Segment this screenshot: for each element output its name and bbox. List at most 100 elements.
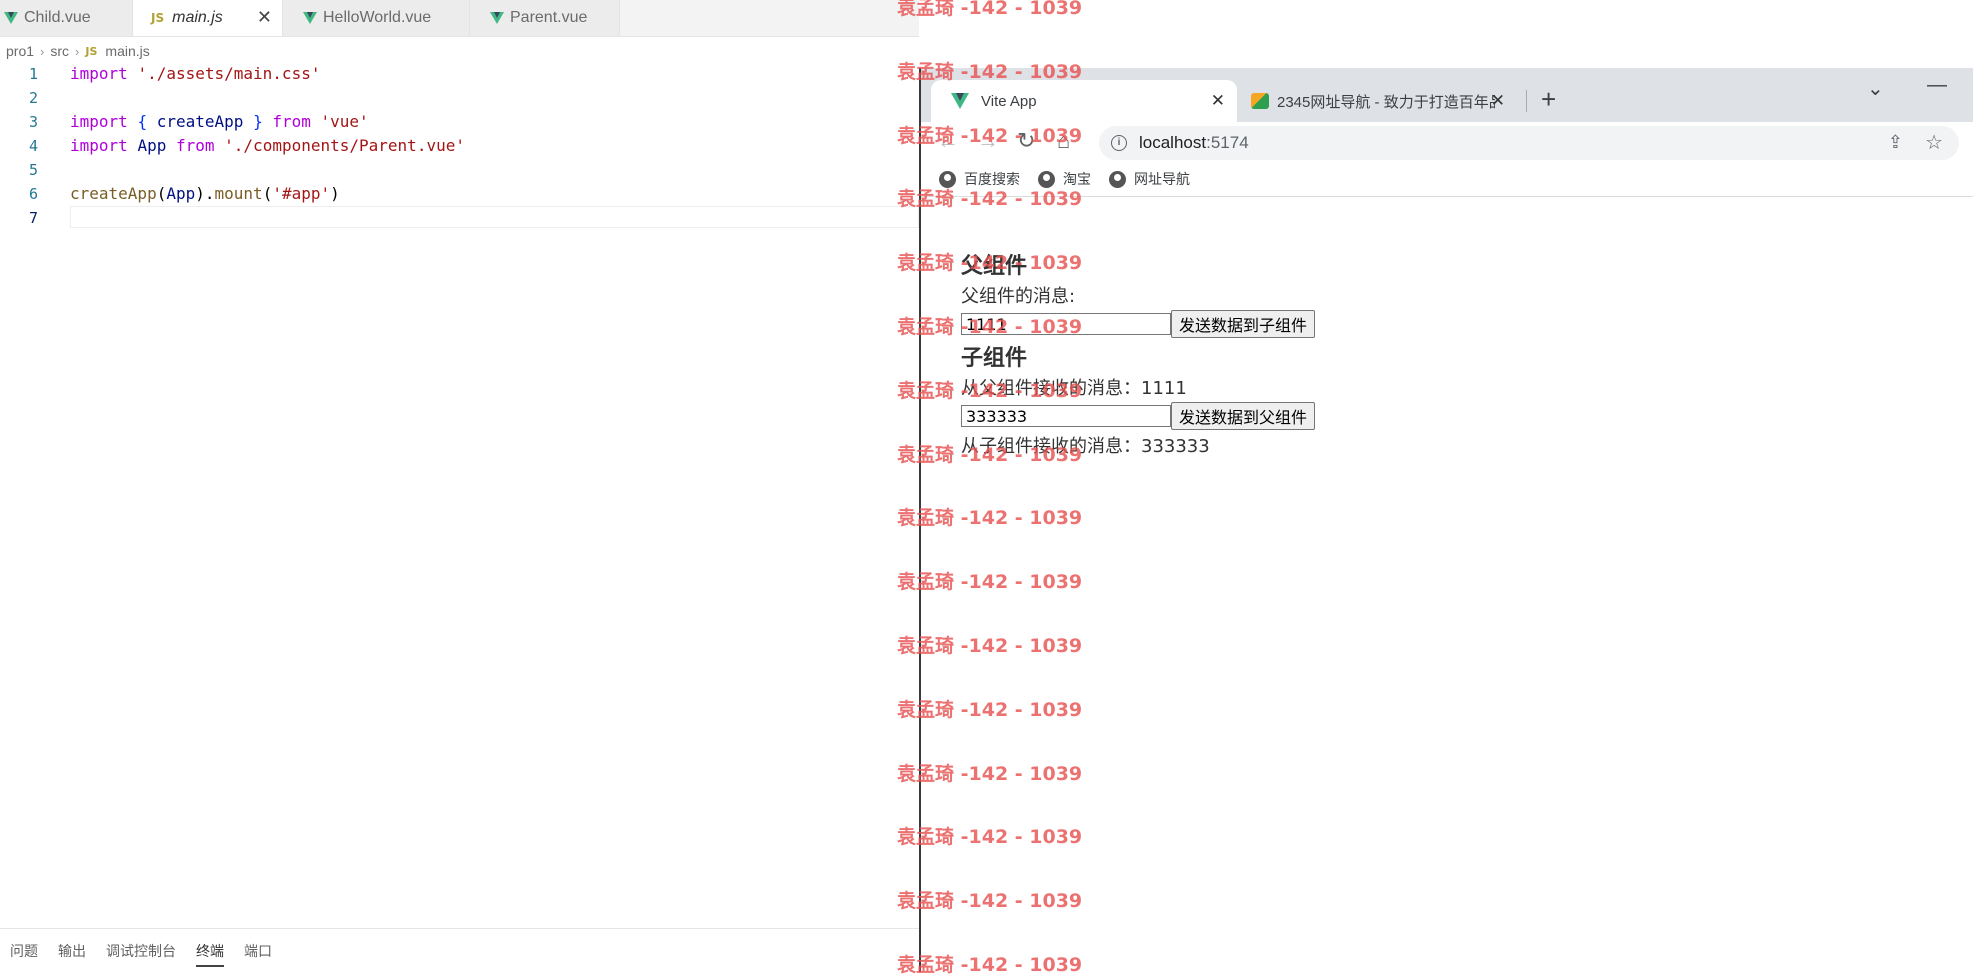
code-text: import { createApp } from 'vue': [70, 110, 369, 134]
parent-message-input[interactable]: [961, 313, 1171, 335]
breadcrumb-pro1[interactable]: pro1: [6, 43, 34, 59]
code-editor: Child.vue JS main.js ✕ HelloWorld.vue Pa…: [0, 0, 919, 972]
bookmark-label: 淘宝: [1063, 171, 1091, 187]
tab-label: Parent.vue: [510, 9, 588, 26]
tab-main-js[interactable]: JS main.js ✕: [133, 0, 283, 36]
child-message-input[interactable]: [961, 405, 1171, 427]
tab-output[interactable]: 输出: [48, 937, 96, 965]
bookmark-label: 百度搜索: [964, 171, 1020, 187]
bookmark-baidu[interactable]: 百度搜索: [939, 169, 1020, 189]
tab-label: HelloWorld.vue: [323, 9, 432, 26]
current-line-highlight: [70, 206, 919, 228]
code-line[interactable]: 7: [0, 206, 919, 230]
info-icon[interactable]: i: [1111, 135, 1127, 151]
browser-window: Vite App ✕ 2345网址导航 - 致力于打造百年品 ✕ + ⌄ — ←…: [919, 68, 1973, 972]
parent-heading: 父组件: [961, 254, 1028, 279]
code-line[interactable]: 5: [0, 158, 919, 182]
code-token: ): [330, 184, 340, 203]
code-line[interactable]: 2: [0, 86, 919, 110]
line-number: 3: [28, 113, 38, 131]
code-token: mount: [214, 184, 263, 203]
js-icon: JS: [151, 11, 165, 25]
bookmark-star-icon[interactable]: ☆: [1925, 130, 1943, 155]
forward-arrow-icon[interactable]: →: [977, 128, 999, 154]
page-content: 父组件 父组件的消息: 发送数据到子组件 子组件 从父组件接收的消息：1111 …: [961, 248, 1941, 460]
vue-icon: [303, 12, 317, 24]
close-tab-icon[interactable]: ✕: [1211, 91, 1225, 111]
site-favicon-icon: [1251, 93, 1269, 109]
line-number: 4: [28, 137, 38, 155]
bookmark-nav[interactable]: 网址导航: [1109, 169, 1190, 189]
send-to-parent-button[interactable]: 发送数据到父组件: [1171, 402, 1316, 430]
tab-debug-console[interactable]: 调试控制台: [96, 937, 186, 965]
code-token: (: [262, 184, 273, 203]
bookmark-taobao[interactable]: 淘宝: [1038, 169, 1091, 189]
line-number: 6: [28, 185, 38, 203]
tab-problems[interactable]: 问题: [0, 937, 48, 965]
breadcrumb-file[interactable]: main.js: [105, 43, 149, 59]
code-token: (: [156, 184, 167, 203]
breadcrumb-src[interactable]: src: [50, 43, 69, 59]
chevron-right-icon: ›: [75, 43, 80, 59]
code-token: ).: [195, 184, 215, 203]
send-to-child-button[interactable]: 发送数据到子组件: [1171, 310, 1316, 338]
code-token: createApp: [156, 112, 244, 131]
minimize-icon[interactable]: —: [1927, 74, 1947, 97]
child-received-text: 从父组件接收的消息：1111: [961, 374, 1941, 400]
code-line[interactable]: 3 import { createApp } from 'vue': [0, 110, 919, 134]
tab-label: main.js: [172, 9, 223, 26]
child-received-label: 从父组件接收的消息：: [961, 378, 1141, 399]
home-icon[interactable]: ⌂: [1057, 128, 1070, 154]
chevron-down-icon[interactable]: ⌄: [1867, 76, 1884, 101]
bookmarks-bar: 百度搜索 淘宝 网址导航: [921, 162, 1973, 197]
tab-helloworld-vue[interactable]: HelloWorld.vue: [283, 0, 470, 36]
vue-icon: [4, 12, 18, 24]
url-port: :5174: [1206, 133, 1249, 152]
tab-terminal[interactable]: 终端: [186, 937, 234, 967]
browser-toolbar: ← → ↻ ⌂ i localhost:5174 ⇪ ☆: [921, 122, 1973, 162]
browser-tab-strip: Vite App ✕ 2345网址导航 - 致力于打造百年品 ✕ + ⌄ —: [921, 68, 1973, 122]
code-line[interactable]: 6 createApp(App).mount('#app'): [0, 182, 919, 206]
code-line[interactable]: 4 import App from './components/Parent.vu…: [0, 134, 919, 158]
tab-divider: [1526, 90, 1527, 112]
browser-tab-vite-app[interactable]: Vite App ✕: [931, 80, 1237, 122]
browser-tab-2345[interactable]: 2345网址导航 - 致力于打造百年品 ✕: [1239, 80, 1513, 122]
tab-ports[interactable]: 端口: [234, 937, 282, 965]
back-arrow-icon[interactable]: ←: [937, 128, 959, 154]
code-token: import: [70, 64, 128, 83]
browser-tab-title: 2345网址导航 - 致力于打造百年品: [1277, 93, 1495, 111]
code-token: App: [137, 136, 167, 155]
tab-label: Child.vue: [24, 9, 91, 26]
editor-tab-bar: Child.vue JS main.js ✕ HelloWorld.vue Pa…: [0, 0, 919, 37]
code-token: './assets/main.css': [137, 64, 321, 83]
line-number: 7: [28, 209, 38, 227]
code-area[interactable]: 1 import './assets/main.css' 2 3 import { cr…: [0, 62, 919, 230]
share-icon[interactable]: ⇪: [1888, 132, 1903, 153]
url-host: localhost: [1139, 133, 1207, 152]
child-input-row: 发送数据到父组件: [961, 402, 1941, 430]
code-token: 'vue': [320, 112, 369, 131]
chevron-right-icon: ›: [40, 43, 45, 59]
browser-tab-title: Vite App: [981, 92, 1037, 110]
close-tab-icon[interactable]: ✕: [1491, 91, 1505, 111]
parent-message-label: 父组件的消息:: [961, 286, 1076, 307]
code-token: import: [70, 136, 128, 155]
globe-icon: [1038, 170, 1055, 188]
code-line[interactable]: 1 import './assets/main.css': [0, 62, 919, 86]
code-token: from: [272, 112, 311, 131]
from-child-value: 333333: [1141, 436, 1210, 457]
address-bar[interactable]: i localhost:5174 ⇪ ☆: [1099, 126, 1959, 160]
js-icon: JS: [85, 44, 98, 58]
breadcrumb: pro1 › src › JS main.js: [6, 40, 150, 62]
tab-child-vue[interactable]: Child.vue: [0, 0, 133, 36]
new-tab-icon[interactable]: +: [1541, 84, 1556, 115]
tab-parent-vue[interactable]: Parent.vue: [470, 0, 620, 36]
reload-icon[interactable]: ↻: [1017, 128, 1035, 154]
close-tab-icon[interactable]: ✕: [257, 7, 272, 28]
